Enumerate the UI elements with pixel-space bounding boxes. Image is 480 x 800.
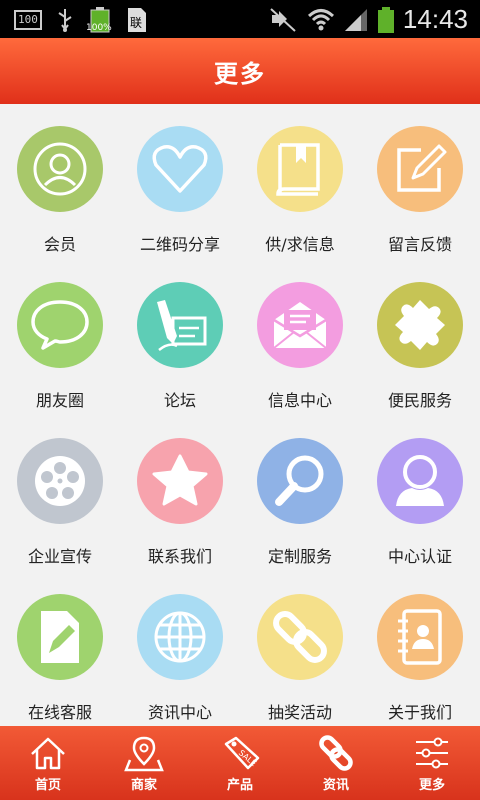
online-service-circle xyxy=(17,594,103,680)
menu-item-label: 联系我们 xyxy=(147,547,212,566)
menu-item-label: 便民服务 xyxy=(387,391,452,410)
menu-item-custom-service[interactable]: 定制服务 xyxy=(240,416,360,572)
menu-item-convenience[interactable]: 便民服务 xyxy=(360,260,480,416)
about-us-circle xyxy=(377,594,463,680)
edit-icon xyxy=(397,144,447,192)
lottery-circle xyxy=(257,594,343,680)
menu-item-label: 信息中心 xyxy=(267,391,332,410)
tab-more[interactable]: 更多 xyxy=(384,726,480,800)
menu-item-label: 留言反馈 xyxy=(387,235,452,254)
clock: 14:43 xyxy=(402,4,468,34)
tab-home[interactable]: 首页 xyxy=(0,726,96,800)
document-icon: 联 xyxy=(127,8,146,32)
menu-grid: 会员 二维码分享 供/求信息 留言反馈 朋友圈 论坛 信息中心 便民服务 企业宣… xyxy=(0,104,480,726)
menu-item-feedback[interactable]: 留言反馈 xyxy=(360,104,480,260)
menu-item-label: 供/求信息 xyxy=(265,235,335,254)
status-bar: 100 联 100% 14:43 xyxy=(0,0,480,38)
star-icon xyxy=(152,454,208,506)
menu-item-promotion[interactable]: 企业宣传 xyxy=(0,416,120,572)
menu-item-news-center[interactable]: 资讯中心 xyxy=(120,572,240,728)
usb-icon xyxy=(58,9,72,32)
map-pin-icon xyxy=(124,736,164,772)
tab-label: 首页 xyxy=(34,778,61,793)
chain-link-icon xyxy=(273,611,327,663)
menu-item-lottery[interactable]: 抽奖活动 xyxy=(240,572,360,728)
svg-text:联: 联 xyxy=(130,16,142,30)
mute-icon xyxy=(270,7,296,32)
bottom-tab-bar: 首页 商家 SALE 产品 资讯 更多 xyxy=(0,726,480,800)
tab-label: 资讯 xyxy=(322,778,349,793)
battery-icon xyxy=(377,6,394,33)
menu-item-label: 二维码分享 xyxy=(139,235,220,254)
qr-share-circle xyxy=(137,126,223,212)
menu-item-contact[interactable]: 联系我们 xyxy=(120,416,240,572)
pen-paper-icon xyxy=(157,300,207,351)
menu-item-label: 在线客服 xyxy=(27,703,92,722)
menu-item-forum[interactable]: 论坛 xyxy=(120,260,240,416)
battery-percent: 100% xyxy=(86,23,112,33)
tab-label: 商家 xyxy=(130,778,157,793)
menu-item-label: 抽奖活动 xyxy=(267,703,332,722)
menu-item-label: 会员 xyxy=(43,235,76,254)
forum-circle xyxy=(137,282,223,368)
globe-icon xyxy=(154,611,206,663)
menu-item-label: 关于我们 xyxy=(387,703,452,722)
user-icon xyxy=(33,142,87,196)
heart-icon xyxy=(152,144,208,193)
contacts-book-icon xyxy=(398,609,442,665)
convenience-circle xyxy=(377,282,463,368)
contact-circle xyxy=(137,438,223,524)
promotion-circle xyxy=(17,438,103,524)
envelope-icon xyxy=(273,302,327,349)
menu-item-label: 中心认证 xyxy=(387,547,452,566)
puzzle-icon xyxy=(395,300,445,350)
menu-item-label: 定制服务 xyxy=(267,547,332,566)
menu-item-label: 朋友圈 xyxy=(35,391,84,410)
member-circle xyxy=(17,126,103,212)
sliders-icon xyxy=(416,737,448,769)
magnifier-icon xyxy=(275,455,324,506)
menu-item-member[interactable]: 会员 xyxy=(0,104,120,260)
menu-item-certification[interactable]: 中心认证 xyxy=(360,416,480,572)
menu-item-info-center[interactable]: 信息中心 xyxy=(240,260,360,416)
signal-icon xyxy=(344,8,367,31)
moments-circle xyxy=(17,282,103,368)
person-badge-icon xyxy=(396,455,444,506)
home-icon xyxy=(31,737,65,770)
wifi-icon xyxy=(307,8,334,30)
news-center-circle xyxy=(137,594,223,680)
tab-merchants[interactable]: 商家 xyxy=(96,726,192,800)
link-icon xyxy=(319,735,353,771)
tab-news[interactable]: 资讯 xyxy=(288,726,384,800)
chat-bubble-icon xyxy=(31,300,89,350)
film-reel-icon xyxy=(35,456,85,506)
feedback-circle xyxy=(377,126,463,212)
menu-item-moments[interactable]: 朋友圈 xyxy=(0,260,120,416)
title-bar: 更多 xyxy=(0,38,480,104)
tab-label: 产品 xyxy=(226,778,253,793)
info-center-circle xyxy=(257,282,343,368)
book-icon xyxy=(276,143,320,196)
page-title: 更多 xyxy=(214,59,266,88)
certification-circle xyxy=(377,438,463,524)
supply-demand-circle xyxy=(257,126,343,212)
tab-products[interactable]: SALE 产品 xyxy=(192,726,288,800)
sale-tag-icon: SALE xyxy=(224,736,260,770)
tab-label: 更多 xyxy=(418,778,445,793)
menu-item-supply-demand[interactable]: 供/求信息 xyxy=(240,104,360,260)
menu-item-label: 企业宣传 xyxy=(27,547,92,566)
menu-item-qr-share[interactable]: 二维码分享 xyxy=(120,104,240,260)
menu-item-online-service[interactable]: 在线客服 xyxy=(0,572,120,728)
menu-item-label: 资讯中心 xyxy=(147,703,212,722)
menu-item-about-us[interactable]: 关于我们 xyxy=(360,572,480,728)
document-edit-icon xyxy=(41,611,79,663)
menu-item-label: 论坛 xyxy=(163,391,196,410)
status-box-icon: 100 xyxy=(14,10,42,30)
custom-service-circle xyxy=(257,438,343,524)
